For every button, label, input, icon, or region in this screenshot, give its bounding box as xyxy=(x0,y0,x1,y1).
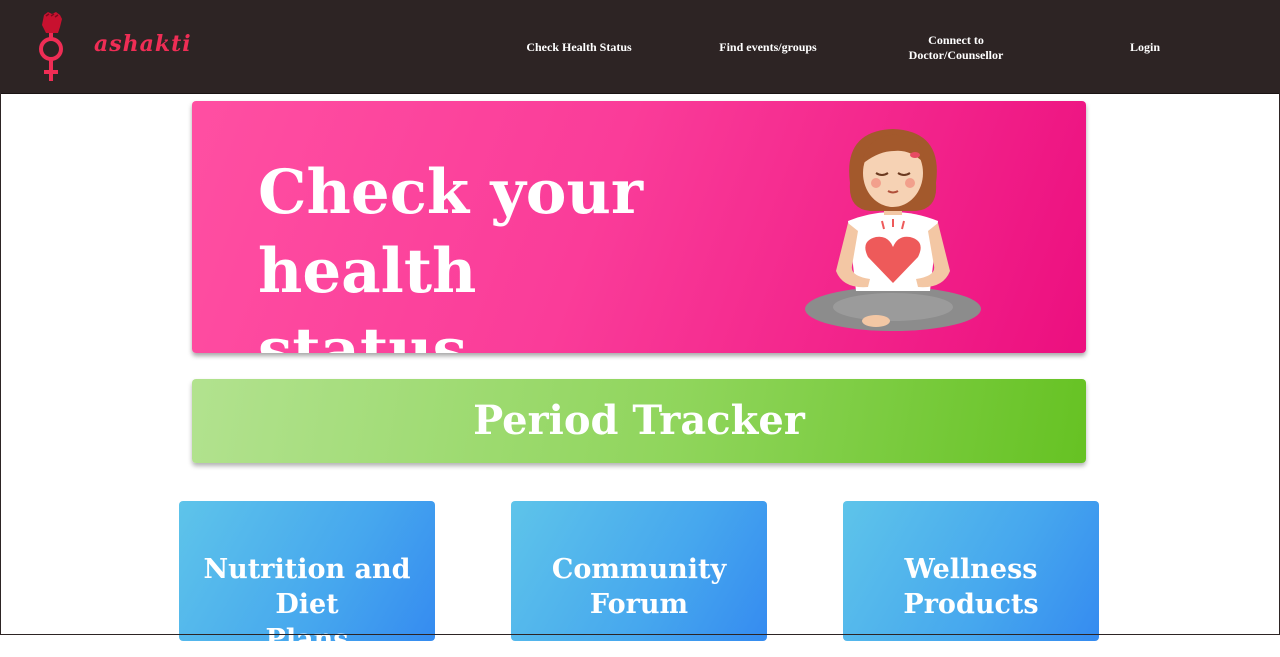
top-navbar: ashakti Check Health Status Find events/… xyxy=(0,0,1280,94)
brand-name: ashakti xyxy=(94,31,192,57)
nutrition-diet-plans-card[interactable]: Nutrition and Diet Plans xyxy=(179,501,435,655)
community-forum-card[interactable]: Community Forum xyxy=(511,501,767,641)
period-tracker-label: Period Tracker xyxy=(473,397,805,444)
card-label-line1: Nutrition and Diet xyxy=(203,554,411,620)
nav-connect-line2: Doctor/Counsellor xyxy=(908,48,1004,62)
nav-check-health-status[interactable]: Check Health Status xyxy=(516,40,642,55)
card-label: Nutrition and Diet Plans xyxy=(185,552,429,657)
wellness-products-card[interactable]: Wellness Products xyxy=(843,501,1099,641)
card-label-line1: Wellness xyxy=(904,554,1038,585)
nav-connect-doctor[interactable]: Connect to Doctor/Counsellor xyxy=(893,33,1019,63)
nav-find-events-groups[interactable]: Find events/groups xyxy=(706,40,830,55)
nav-login[interactable]: Login xyxy=(1118,40,1172,55)
card-label-line2: Products xyxy=(903,589,1039,620)
card-label: Wellness Products xyxy=(849,552,1093,622)
card-label-line2: Plans xyxy=(265,624,349,655)
meditating-woman-with-heart-icon xyxy=(805,129,981,331)
brand-logo[interactable]: ashakti xyxy=(36,9,191,85)
card-label-line2: Forum xyxy=(589,589,689,620)
period-tracker-banner[interactable]: Period Tracker xyxy=(192,379,1086,463)
hero-title: Check your health status xyxy=(258,153,698,353)
hero-title-line1: Check your xyxy=(258,157,643,228)
card-label: Community Forum xyxy=(517,552,761,622)
hero-title-line2: health status xyxy=(258,236,477,353)
card-label-line1: Community xyxy=(551,554,727,585)
check-health-banner[interactable]: Check your health status xyxy=(192,101,1086,353)
nav-connect-line1: Connect to xyxy=(928,33,984,47)
